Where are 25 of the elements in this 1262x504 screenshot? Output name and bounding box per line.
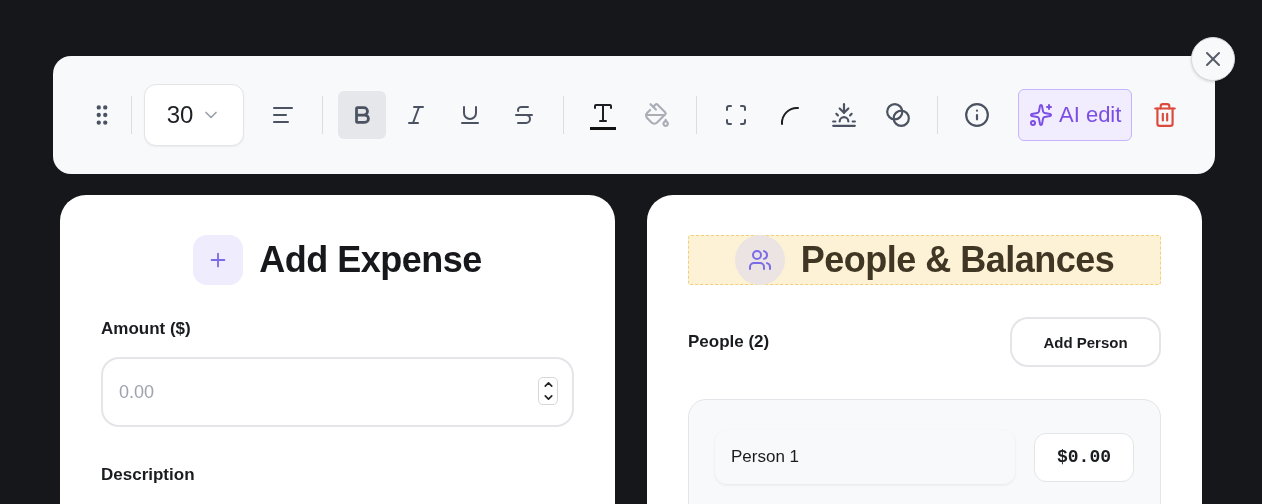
sparkles-icon bbox=[1029, 103, 1053, 127]
field-label: Description bbox=[101, 465, 196, 485]
selected-title-highlight[interactable]: People & Balances bbox=[688, 235, 1161, 285]
person-name: Person 1 bbox=[715, 430, 1015, 484]
balance-amount: $0.00 bbox=[1034, 432, 1134, 482]
sunset-icon bbox=[831, 102, 857, 128]
delete-icon bbox=[1152, 102, 1179, 128]
underline-icon bbox=[458, 103, 482, 127]
bold-button[interactable] bbox=[338, 91, 386, 139]
strikethrough-icon bbox=[512, 103, 536, 127]
ai-edit-button[interactable]: AI edit bbox=[1018, 89, 1133, 141]
info-icon bbox=[964, 102, 990, 128]
card-title: People & Balances bbox=[800, 239, 1115, 281]
amount-input-field[interactable]: 0.00 bbox=[101, 357, 574, 427]
card-title: Add Expense bbox=[259, 239, 482, 281]
frame-icon bbox=[724, 103, 748, 127]
users-icon bbox=[747, 248, 772, 272]
font-size-select[interactable]: 30 bbox=[144, 84, 244, 146]
add-person-button[interactable]: Add Person bbox=[1010, 317, 1161, 367]
close-button[interactable] bbox=[1191, 37, 1235, 81]
paint-bucket-icon bbox=[644, 102, 670, 128]
number-stepper[interactable] bbox=[538, 377, 558, 405]
section-label: People (2) bbox=[688, 332, 770, 352]
field-label: Amount ($) bbox=[101, 319, 192, 339]
overlapping-circles-icon bbox=[885, 102, 911, 128]
